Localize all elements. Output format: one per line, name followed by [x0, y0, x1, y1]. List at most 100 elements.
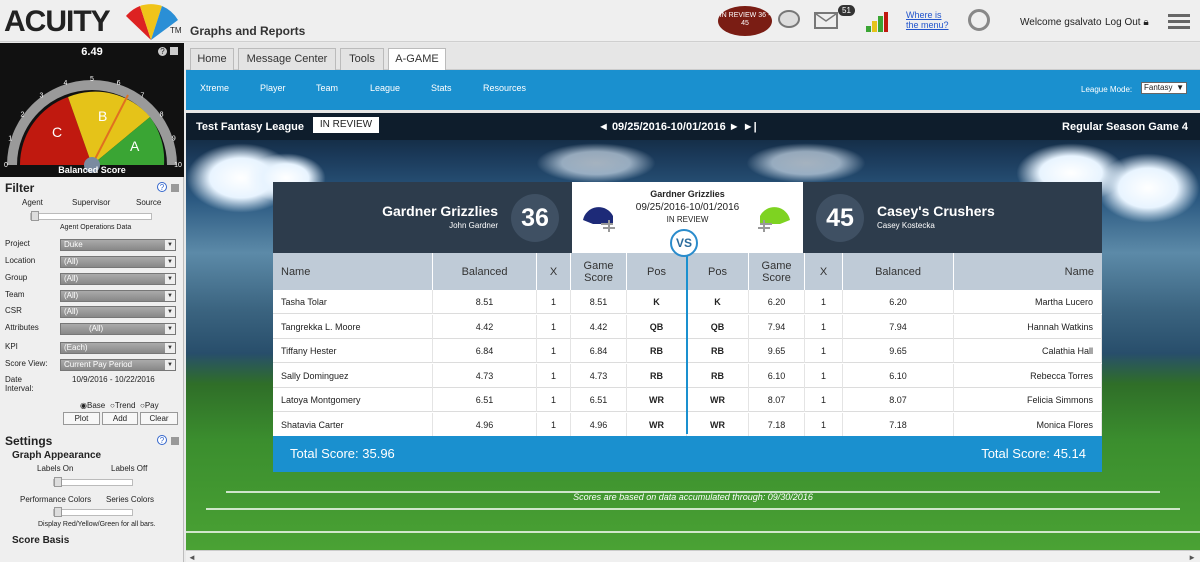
group-value: (All) [64, 274, 79, 283]
team-select[interactable]: (All) ▼ [60, 290, 176, 302]
acuity-logo[interactable]: ACUITY TM [4, 2, 184, 42]
chat-icon[interactable] [778, 10, 800, 28]
subnav-league[interactable]: League [370, 83, 400, 93]
cell-l-gs: 4.42 [571, 314, 627, 339]
main-panel: Home Message Center Tools A-GAME Xtreme … [186, 43, 1200, 562]
logout-link[interactable]: Log Out 🔒︎ [1105, 17, 1149, 28]
cell-l-x: 1 [537, 290, 571, 314]
cell-r-gs: 7.94 [749, 314, 805, 339]
cell-l-name: Sally Dominguez [273, 363, 433, 388]
cell-l-gs: 8.51 [571, 290, 627, 314]
gauge-tick-label: 4 [63, 80, 67, 87]
clear-button[interactable]: Clear [140, 412, 178, 425]
horizontal-scrollbar[interactable]: ◄ ► [186, 550, 1200, 562]
period-navigator[interactable]: ◄ 09/25/2016-10/01/2016 ► ►| [598, 121, 757, 133]
subnav-player[interactable]: Player [260, 83, 286, 93]
tab-a-game[interactable]: A-GAME [388, 48, 446, 70]
settings-help-icon[interactable]: ? [157, 435, 167, 445]
cell-r-bal: 7.94 [843, 314, 954, 339]
data-source-slider[interactable] [30, 211, 152, 221]
home-total-score: Total Score: 35.96 [290, 446, 395, 461]
colors-slider[interactable] [53, 507, 133, 517]
game-label: Regular Season Game 4 [1062, 121, 1188, 133]
scroll-left-icon[interactable]: ◄ [188, 553, 196, 562]
labels-slider[interactable] [53, 477, 133, 487]
location-select[interactable]: (All) ▼ [60, 256, 176, 268]
refresh-icon[interactable] [968, 9, 990, 31]
subnav-xtreme[interactable]: Xtreme [200, 83, 229, 93]
slider-thumb[interactable] [31, 211, 39, 221]
cell-l-name: Tangrekka L. Moore [273, 314, 433, 339]
cell-r-x: 1 [805, 290, 843, 314]
subnav-team[interactable]: Team [316, 83, 338, 93]
add-button[interactable]: Add [102, 412, 138, 425]
gauge-tick-label: 5 [90, 76, 94, 83]
filter-label-team: Team [5, 290, 25, 299]
cell-r-bal: 8.07 [843, 388, 954, 412]
mail-icon[interactable] [814, 12, 838, 29]
cell-l-gs: 6.84 [571, 339, 627, 363]
logout-label: Log Out [1105, 17, 1141, 28]
col-left-balanced: Balanced [433, 253, 537, 290]
col-right-game-score: Game Score [749, 253, 805, 290]
radio-base-label: Base [86, 401, 106, 410]
project-select[interactable]: Duke ▼ [60, 239, 176, 251]
gauge-zone-a-label: A [130, 138, 140, 154]
stadium-light [1096, 153, 1200, 223]
group-select[interactable]: (All) ▼ [60, 273, 176, 285]
slider-thumb[interactable] [54, 477, 62, 487]
cell-l-gs: 4.73 [571, 363, 627, 388]
radio-pay-label: Pay [144, 401, 159, 410]
league-name: Test Fantasy League [196, 121, 304, 133]
plot-button[interactable]: Plot [63, 412, 100, 425]
where-is-menu-link[interactable]: Where is the menu? [906, 10, 956, 30]
hamburger-menu-icon[interactable] [1168, 14, 1190, 30]
filter-label-kpi: KPI [5, 342, 18, 351]
csr-select[interactable]: (All) ▼ [60, 306, 176, 318]
cell-r-gs: 7.18 [749, 412, 805, 437]
gauge-minimize-icon[interactable] [170, 47, 178, 55]
kpi-select[interactable]: (Each) ▼ [60, 342, 176, 354]
subnav-stats[interactable]: Stats [431, 83, 452, 93]
league-mode-select[interactable]: Fantasy ▼ [1141, 82, 1187, 94]
in-review-football-icon[interactable]: IN REVIEW 36 - 45 [718, 6, 772, 36]
field-line [206, 508, 1180, 510]
welcome-text: Welcome gsalvato [1020, 17, 1102, 28]
filter-help-icon[interactable]: ? [157, 182, 167, 192]
col-left-pos: Pos [627, 253, 687, 290]
scroll-right-icon[interactable]: ► [1188, 553, 1196, 562]
slider-thumb[interactable] [54, 507, 62, 517]
league-mode-value: Fantasy [1144, 83, 1173, 92]
vs-badge: VS [670, 229, 698, 257]
cell-l-bal: 8.51 [433, 290, 537, 314]
logo-tm: TM [170, 26, 182, 35]
performance-bars-icon[interactable] [866, 12, 888, 32]
gauge-dial: C B A 012345678910 [4, 76, 182, 173]
cell-r-x: 1 [805, 388, 843, 412]
display-note: Display Red/Yellow/Green for all bars. [38, 521, 156, 528]
settings-minimize-icon[interactable] [171, 437, 179, 445]
cell-l-gs: 4.96 [571, 412, 627, 437]
top-bar: ACUITY TM Graphs and Reports IN REVIEW 3… [0, 0, 1200, 42]
filter-minimize-icon[interactable] [171, 184, 179, 192]
attributes-select[interactable]: (All) ▼ [60, 323, 176, 335]
filter-label-attributes: Attributes [5, 323, 39, 332]
radio-pay[interactable]: ○Pay [140, 401, 159, 410]
cell-l-pos: WR [627, 388, 687, 412]
cell-l-name: Latoya Montgomery [273, 388, 433, 412]
radio-base[interactable]: ◉Base [80, 401, 105, 410]
tab-tools[interactable]: Tools [340, 48, 384, 70]
radio-trend[interactable]: ○Trend [110, 401, 135, 410]
cell-r-pos: WR [687, 412, 749, 437]
team-value: (All) [64, 291, 79, 300]
tab-message-center[interactable]: Message Center [238, 48, 336, 70]
chevron-down-icon: ▼ [165, 324, 175, 334]
score-view-select[interactable]: Current Pay Period ▼ [60, 359, 176, 371]
radio-trend-label: Trend [114, 401, 136, 410]
subnav-resources[interactable]: Resources [483, 83, 526, 93]
tab-home[interactable]: Home [190, 48, 234, 70]
cell-l-bal: 6.51 [433, 388, 537, 412]
cell-r-gs: 6.10 [749, 363, 805, 388]
labels-off-label: Labels Off [111, 464, 148, 473]
chevron-down-icon: ▼ [165, 343, 175, 353]
